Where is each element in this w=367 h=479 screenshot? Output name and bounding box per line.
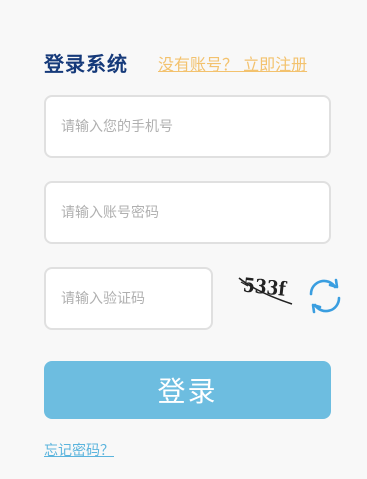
login-button[interactable]: 登录	[44, 361, 331, 419]
password-field[interactable]	[44, 181, 331, 244]
forgot-password-link[interactable]: 忘记密码？	[44, 440, 114, 460]
captcha-image[interactable]: 533f	[236, 266, 296, 310]
register-link[interactable]: 没有账号？ 立即注册	[158, 51, 307, 75]
phone-field[interactable]	[44, 95, 331, 158]
captcha-text: 533f	[242, 274, 288, 301]
captcha-field[interactable]	[44, 267, 213, 330]
password-input[interactable]	[46, 183, 329, 242]
login-header: 登录系统 没有账号？ 立即注册	[44, 46, 334, 76]
page-title: 登录系统	[44, 52, 128, 76]
phone-input[interactable]	[46, 97, 329, 156]
captcha-input[interactable]	[46, 269, 211, 328]
refresh-icon[interactable]	[306, 278, 344, 314]
